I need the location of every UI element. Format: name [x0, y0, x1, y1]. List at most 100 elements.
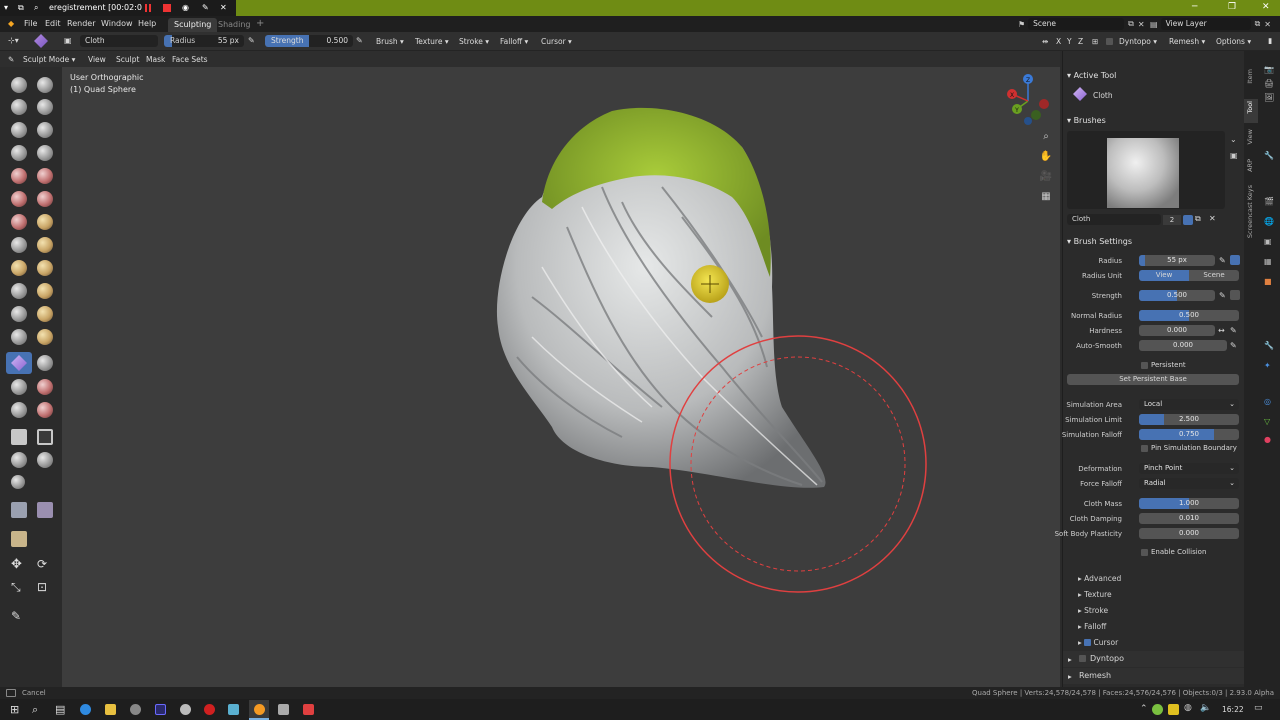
radius-slider[interactable]: 55 px	[1139, 255, 1215, 266]
inflate-brush-icon[interactable]	[11, 145, 27, 161]
strength-pressure-icon[interactable]: ✎	[1219, 291, 1226, 300]
tray-app-icon[interactable]	[1152, 704, 1163, 715]
strength-slider[interactable]: 0.500	[1139, 290, 1215, 301]
persistent-checkbox[interactable]	[1141, 362, 1148, 369]
move-tool-icon[interactable]: ✥	[11, 557, 22, 572]
menu-file[interactable]: File	[24, 19, 37, 28]
brushes-header[interactable]: ▾ Brushes	[1067, 116, 1106, 125]
mesh-filter-icon[interactable]	[11, 502, 27, 518]
brush-name-field[interactable]: Cloth	[80, 35, 158, 47]
tab-item[interactable]: Item	[1246, 69, 1254, 84]
menu-help[interactable]: Help	[138, 19, 156, 28]
texture-menu[interactable]: Texture ▾	[415, 37, 449, 46]
header-strength-slider[interactable]: Strength 0.500	[265, 35, 353, 47]
camera-icon[interactable]: ◉	[182, 3, 189, 12]
brush-add-icon[interactable]: ▣	[1230, 151, 1238, 160]
paint-brush-icon[interactable]	[37, 402, 53, 418]
flatten-brush-icon[interactable]	[11, 191, 27, 207]
simulation-limit-slider[interactable]: 2.500	[1139, 414, 1239, 425]
record-app-icon[interactable]	[204, 704, 215, 715]
view-layer-field[interactable]: View Layer	[1160, 18, 1251, 30]
object-properties-icon[interactable]: ■	[1264, 277, 1272, 286]
simulation-falloff-slider[interactable]: 0.750	[1139, 429, 1239, 440]
camera-view-icon[interactable]: 🎥	[1038, 169, 1054, 185]
brush-unlink-icon[interactable]: ✕	[1209, 214, 1216, 223]
autosmooth-pressure-icon[interactable]: ✎	[1230, 341, 1237, 350]
cloth-mass-slider[interactable]: 1.000	[1139, 498, 1239, 509]
collection-properties-icon[interactable]: ▣	[1264, 237, 1272, 246]
transform-tool-icon[interactable]: ⊡	[37, 580, 47, 594]
draw-sharp-brush-icon[interactable]	[37, 77, 53, 93]
grab-brush-icon[interactable]	[37, 237, 53, 253]
layer-brush-icon[interactable]	[37, 122, 53, 138]
blob-brush-icon[interactable]	[37, 145, 53, 161]
mode-selector[interactable]: Sculpt Mode ▾	[23, 55, 75, 64]
notifications-icon[interactable]: ▭	[1254, 703, 1263, 713]
brush-list-dropdown-icon[interactable]: ⌄	[1230, 135, 1237, 144]
strength-pressure-toggle[interactable]	[1230, 290, 1240, 300]
search-icon[interactable]: ⌕	[34, 3, 38, 13]
cloth-damping-slider[interactable]: 0.010	[1139, 513, 1239, 524]
remesh-menu[interactable]: Remesh ▾	[1169, 37, 1205, 46]
scene-properties-icon[interactable]: 🎬	[1264, 197, 1274, 206]
simplify-brush-icon[interactable]	[37, 355, 53, 371]
dyntopo-menu[interactable]: Dyntopo ▾	[1119, 37, 1157, 46]
add-workspace-button[interactable]: +	[250, 18, 270, 32]
menu-sculpt[interactable]: Sculpt	[116, 55, 139, 64]
mirror-lock-icon[interactable]: ⊞	[1092, 37, 1098, 46]
brush-preview-box[interactable]	[1067, 131, 1225, 209]
data-properties-icon[interactable]: ▽	[1264, 417, 1270, 426]
multires-displacement-icon[interactable]	[11, 402, 27, 418]
scale-tool-icon[interactable]: ⤡	[11, 580, 21, 595]
subpanel-stroke[interactable]: ▸ Stroke	[1078, 606, 1108, 615]
rotate-brush-icon[interactable]	[37, 306, 53, 322]
radius-pressure-toggle[interactable]	[1230, 255, 1240, 265]
file-explorer-icon[interactable]	[105, 704, 116, 715]
radius-pressure-icon[interactable]: ✎	[1219, 256, 1226, 265]
menu-render[interactable]: Render	[67, 19, 95, 28]
deformation-dropdown[interactable]: Pinch Point ⌄	[1139, 463, 1239, 474]
scene-remove-icon[interactable]: ✕	[1138, 20, 1145, 29]
brush-preview-image[interactable]	[1107, 138, 1179, 208]
tray-app-icon-2[interactable]	[1168, 704, 1179, 715]
start-icon[interactable]: ⊞	[10, 703, 19, 716]
radius-unit-scene[interactable]: Scene	[1189, 270, 1239, 281]
window-icon[interactable]: ⧉	[18, 3, 24, 13]
force-falloff-dropdown[interactable]: Radial ⌄	[1139, 478, 1239, 489]
subpanel-texture[interactable]: ▸ Texture	[1078, 590, 1112, 599]
header-radius-slider[interactable]: Radius 55 px	[164, 35, 244, 47]
subpanel-falloff[interactable]: ▸ Falloff	[1078, 622, 1106, 631]
draw-face-sets-icon[interactable]	[37, 379, 53, 395]
dyntopo-checkbox[interactable]	[1106, 38, 1113, 45]
menu-view[interactable]: View	[88, 55, 106, 64]
subpanel-cursor[interactable]: ▸ Cursor	[1078, 638, 1118, 647]
view-layer-selector[interactable]: ▤ View Layer ⧉ ✕	[1150, 18, 1271, 30]
box-face-set-icon[interactable]	[11, 452, 27, 468]
fill-brush-icon[interactable]	[37, 191, 53, 207]
falloff-menu[interactable]: Falloff ▾	[500, 37, 528, 46]
brush-browse-icon[interactable]: ▣	[64, 36, 72, 45]
dyntopo-panel-header[interactable]: ▸ Dyntopo	[1063, 651, 1245, 667]
render-properties-icon[interactable]: 📷	[1264, 65, 1274, 74]
menu-window[interactable]: Window	[101, 19, 133, 28]
boundary-brush-icon[interactable]	[37, 329, 53, 345]
material-properties-icon[interactable]: ●	[1264, 435, 1271, 444]
view-layer-copy-icon[interactable]: ⧉	[1255, 19, 1261, 29]
close-icon[interactable]: ✕	[220, 3, 227, 12]
view-layer-properties-icon[interactable]: 🖼	[1264, 93, 1274, 102]
brush-users-count[interactable]: 2	[1163, 215, 1181, 225]
radius-pressure-icon[interactable]: ✎	[248, 36, 255, 45]
cursor-checkbox[interactable]	[1084, 639, 1092, 646]
line-project-icon[interactable]	[11, 475, 25, 489]
clay-strips-brush-icon[interactable]	[37, 99, 53, 115]
modifier-properties-icon[interactable]: 🔧	[1264, 341, 1274, 350]
set-persistent-base-button[interactable]: Set Persistent Base	[1067, 374, 1239, 385]
scene-selector[interactable]: ⚑ Scene ⧉ ✕	[1018, 18, 1145, 30]
tab-arp[interactable]: ARP	[1246, 159, 1254, 172]
editor-type-icon[interactable]: ⊹▾	[8, 36, 19, 45]
stop-icon[interactable]	[163, 4, 171, 12]
pause-icon[interactable]	[145, 4, 147, 12]
color-filter-icon[interactable]	[11, 531, 27, 547]
maximize-icon[interactable]: ❐	[1228, 2, 1236, 12]
fake-user-shield-icon[interactable]	[1183, 215, 1193, 225]
